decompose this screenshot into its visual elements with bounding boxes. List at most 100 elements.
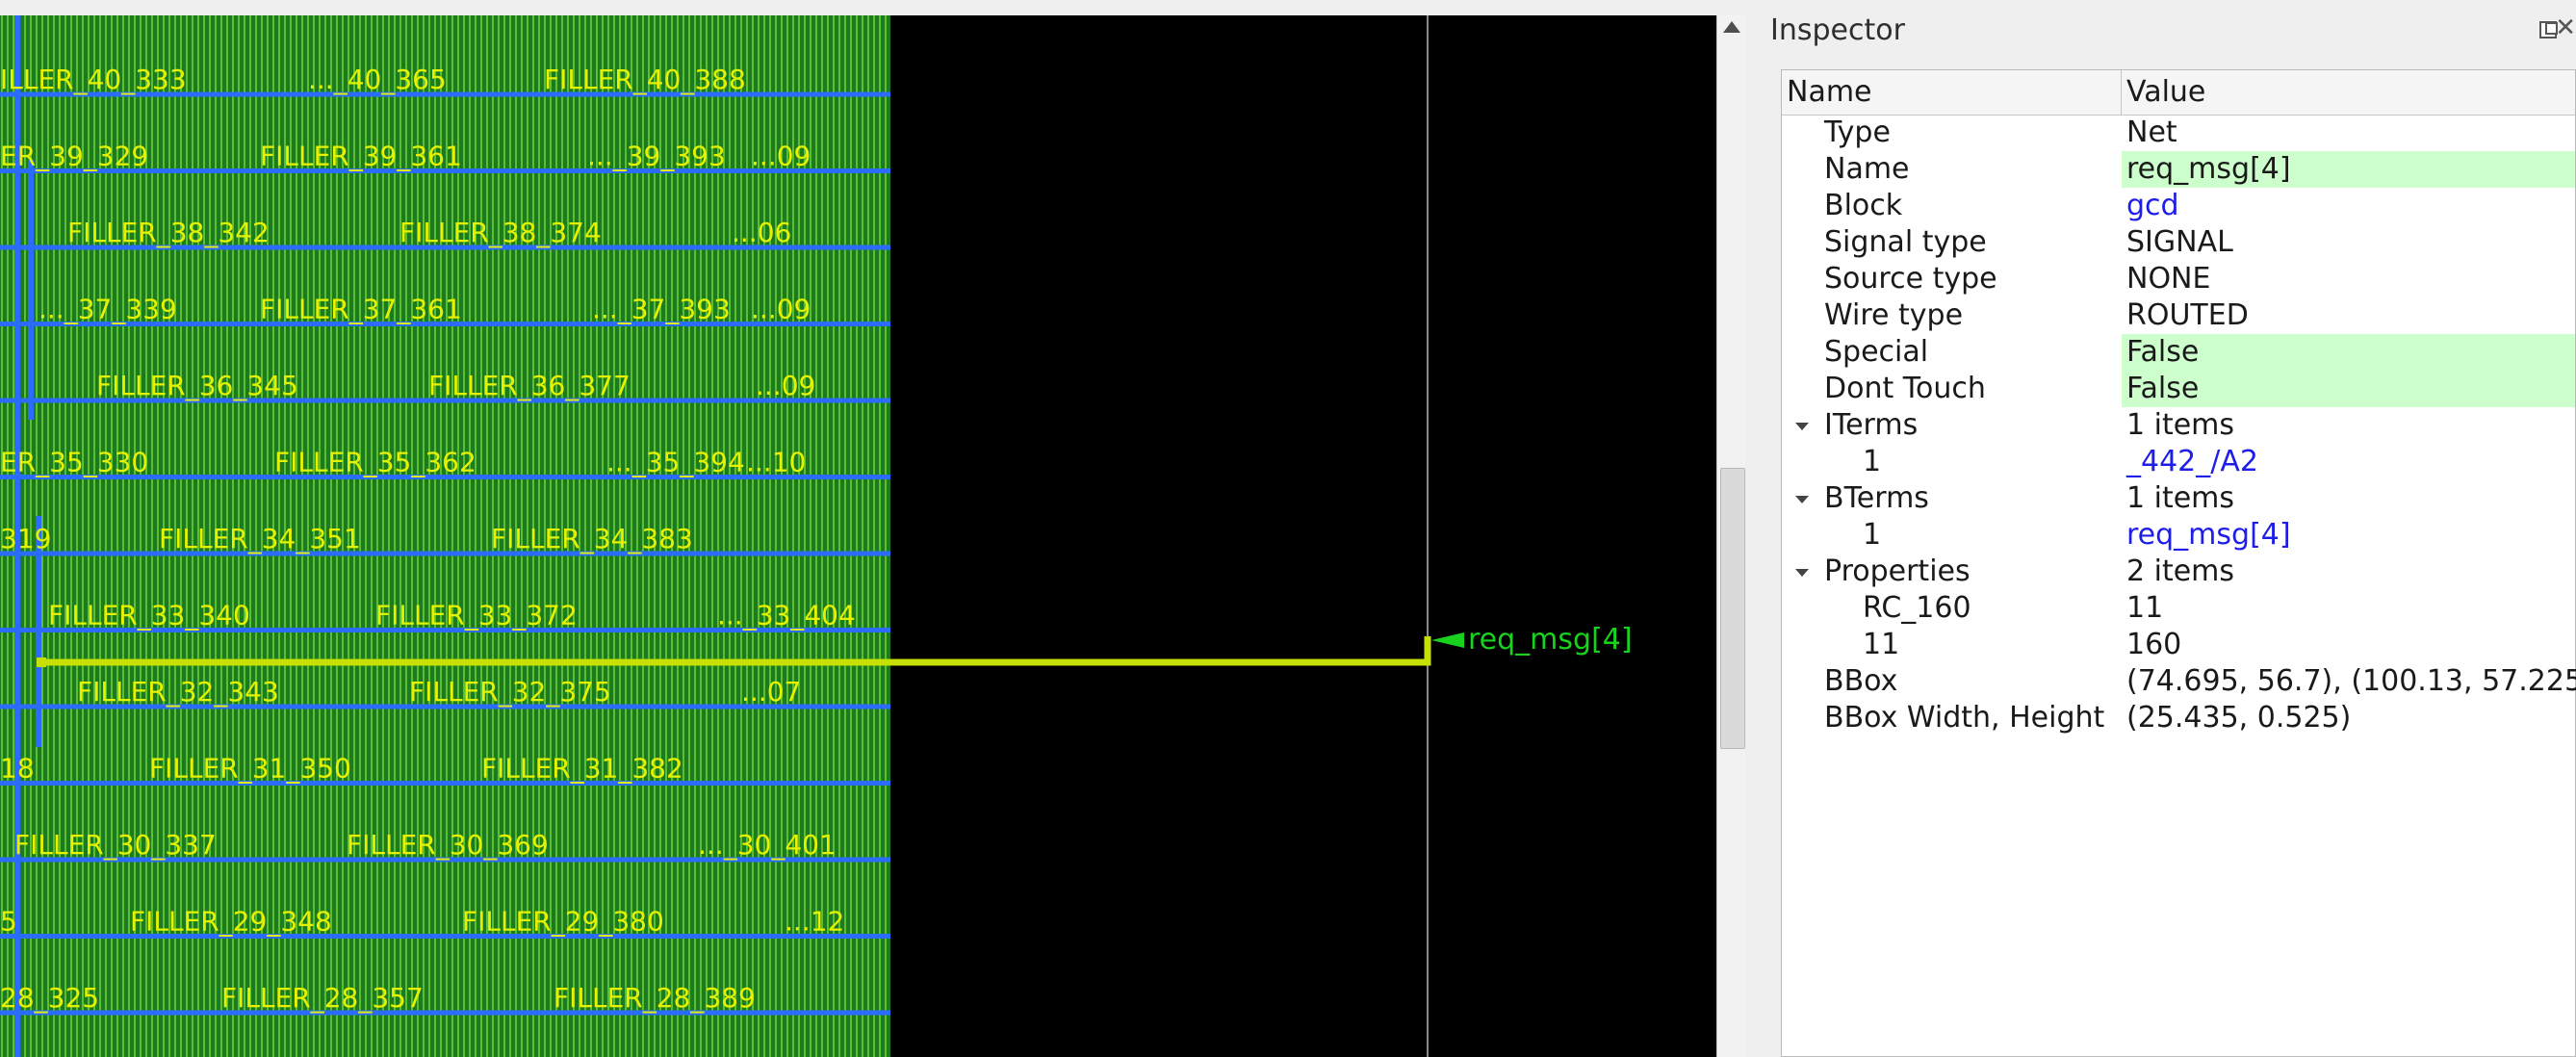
property-name: 1	[1863, 518, 1882, 552]
tree-header: Name Value	[1782, 70, 2575, 116]
filler-cell-label: ...09	[751, 141, 811, 172]
property-value: SIGNAL	[2126, 225, 2233, 259]
pin-arrow-icon	[1431, 632, 1464, 648]
filler-cell-label: FILLER_33_340	[48, 600, 250, 632]
property-name: Source type	[1824, 262, 1997, 296]
filler-cell-label: FILLER_30_337	[14, 829, 217, 861]
property-row-special[interactable]: Special False	[1782, 334, 2575, 371]
property-row-block[interactable]: Block gcd	[1782, 188, 2575, 224]
net-pin-label: req_msg[4]	[1468, 623, 1633, 657]
filler-cell-label: FILLER_36_377	[428, 370, 631, 401]
property-name: Block	[1824, 189, 1903, 222]
filler-cell-label: FILLER_39_361	[260, 141, 462, 172]
property-row-iterms[interactable]: ITerms 1 items	[1782, 407, 2575, 444]
property-row-bbox-size[interactable]: BBox Width, Height (25.435, 0.525)	[1782, 700, 2575, 736]
properties-item[interactable]: RC_160 11	[1782, 590, 2575, 627]
filler-cell-label: ..._30_401	[698, 829, 837, 861]
inspector-title: Inspector	[1770, 13, 1905, 47]
property-name: 1	[1863, 445, 1882, 478]
filler-cell-label: FILLER_34_351	[159, 523, 361, 554]
property-row-source-type[interactable]: Source type NONE	[1782, 261, 2575, 297]
filler-cell-label: FILLER_30_369	[347, 829, 549, 861]
filler-cell-label: FILLER_38_342	[67, 217, 270, 248]
filler-cell-label: ER_35_330	[0, 447, 148, 478]
filler-cell-label: 28_325	[0, 982, 99, 1014]
property-name: BBox Width, Height	[1824, 701, 2105, 735]
property-value: (74.695, 56.7), (100.13, 57.225)	[2126, 664, 2576, 698]
property-name: Signal type	[1824, 225, 1987, 259]
property-name: ITerms	[1824, 408, 1919, 442]
filler-cell-label: FILLER_32_375	[409, 676, 611, 708]
filler-cell-label: FILLER_28_357	[221, 982, 424, 1014]
property-name: Properties	[1824, 554, 1971, 588]
filler-cell-label: ...09	[751, 294, 811, 325]
filler-cell-label: ..._37_339	[39, 294, 177, 325]
property-name: BBox	[1824, 664, 1898, 698]
property-row-wire-type[interactable]: Wire type ROUTED	[1782, 297, 2575, 334]
special-field[interactable]: False	[2122, 334, 2575, 371]
property-row-bterms[interactable]: BTerms 1 items	[1782, 480, 2575, 517]
vertical-scrollbar[interactable]	[1716, 15, 1746, 1057]
filler-cell-label: FILLER_35_362	[274, 447, 477, 478]
property-row-dont-touch[interactable]: Dont Touch False	[1782, 371, 2575, 407]
properties-item[interactable]: 11 160	[1782, 627, 2575, 663]
property-name: Type	[1824, 116, 1891, 149]
column-header-name[interactable]: Name	[1782, 70, 2122, 115]
filler-cell-label: FILLER_34_383	[491, 523, 693, 554]
filler-cell-label: ..._35_394	[606, 447, 745, 478]
dock-splitter[interactable]	[1745, 15, 1763, 1057]
iterm-link[interactable]: _442_/A2	[2122, 444, 2575, 480]
property-name: Wire type	[1824, 298, 1964, 332]
filler-cell-label: ...12	[785, 906, 844, 938]
filler-cell-label: 5	[0, 906, 17, 938]
column-header-value[interactable]: Value	[2122, 70, 2576, 115]
iterm-item[interactable]: 1 _442_/A2	[1782, 444, 2575, 480]
filler-cell-label: 18	[0, 753, 35, 785]
dont-touch-field[interactable]: False	[2122, 371, 2575, 407]
bterm-item[interactable]: 1 req_msg[4]	[1782, 517, 2575, 554]
property-row-bbox[interactable]: BBox (74.695, 56.7), (100.13, 57.225)	[1782, 663, 2576, 700]
filler-cell-label: FILLER_31_350	[149, 753, 351, 785]
block-link[interactable]: gcd	[2122, 188, 2575, 224]
filler-cell-label: FILLER_36_345	[96, 370, 298, 401]
filler-cell-label: FILLER_32_343	[77, 676, 279, 708]
filler-cell-label: ..._37_393	[592, 294, 731, 325]
scroll-handle[interactable]	[1720, 468, 1745, 749]
property-value: 11	[2126, 591, 2164, 625]
layout-canvas[interactable]: ILLER_40_333 ..._40_365 FILLER_40_388 ER_39…	[0, 15, 1716, 1057]
filler-cell-label: ..._40_365	[308, 64, 447, 95]
bterm-link[interactable]: req_msg[4]	[2122, 517, 2575, 554]
property-row-properties[interactable]: Properties 2 items	[1782, 554, 2575, 590]
close-icon[interactable]: ✕	[2555, 15, 2576, 40]
filler-cell-label: ...07	[741, 676, 801, 708]
filler-cell-label: ILLER_40_333	[0, 64, 187, 95]
property-value: ROUTED	[2126, 298, 2249, 332]
inspector-tree[interactable]: Name Value Type Net Name req_msg[4] Bloc…	[1781, 69, 2576, 1057]
property-name: RC_160	[1863, 591, 1971, 625]
expand-chevron-down-icon[interactable]	[1795, 423, 1809, 430]
expand-chevron-down-icon[interactable]	[1795, 569, 1809, 577]
property-name: BTerms	[1824, 481, 1929, 515]
filler-cell-label: FILLER_29_380	[462, 906, 664, 938]
filler-cell-label: ..._39_393	[587, 141, 726, 172]
filler-cell-label: ...09	[756, 370, 815, 401]
property-name: Dont Touch	[1824, 372, 1986, 405]
property-name: Name	[1824, 152, 1910, 186]
scroll-up-arrow-icon[interactable]	[1723, 21, 1740, 33]
property-value: (25.435, 0.525)	[2126, 701, 2352, 735]
property-row-signal-type[interactable]: Signal type SIGNAL	[1782, 224, 2575, 261]
property-name: Special	[1824, 335, 1929, 369]
filler-cell-label: FILLER_37_361	[260, 294, 462, 325]
filler-cell-label: FILLER_31_382	[481, 753, 683, 785]
property-row-type[interactable]: Type Net	[1782, 115, 2575, 151]
net-terminal	[37, 657, 46, 667]
layout-drawing[interactable]: ILLER_40_333 ..._40_365 FILLER_40_388 ER_39…	[0, 15, 1716, 1057]
property-value: Net	[2126, 116, 2177, 149]
filler-cell-label: FILLER_33_372	[375, 600, 578, 632]
property-row-name[interactable]: Name req_msg[4]	[1782, 151, 2575, 188]
property-name: 11	[1863, 628, 1900, 661]
property-value: 1 items	[2126, 408, 2235, 442]
net-name-field[interactable]: req_msg[4]	[2122, 151, 2575, 188]
property-value: 160	[2126, 628, 2182, 661]
expand-chevron-down-icon[interactable]	[1795, 496, 1809, 503]
